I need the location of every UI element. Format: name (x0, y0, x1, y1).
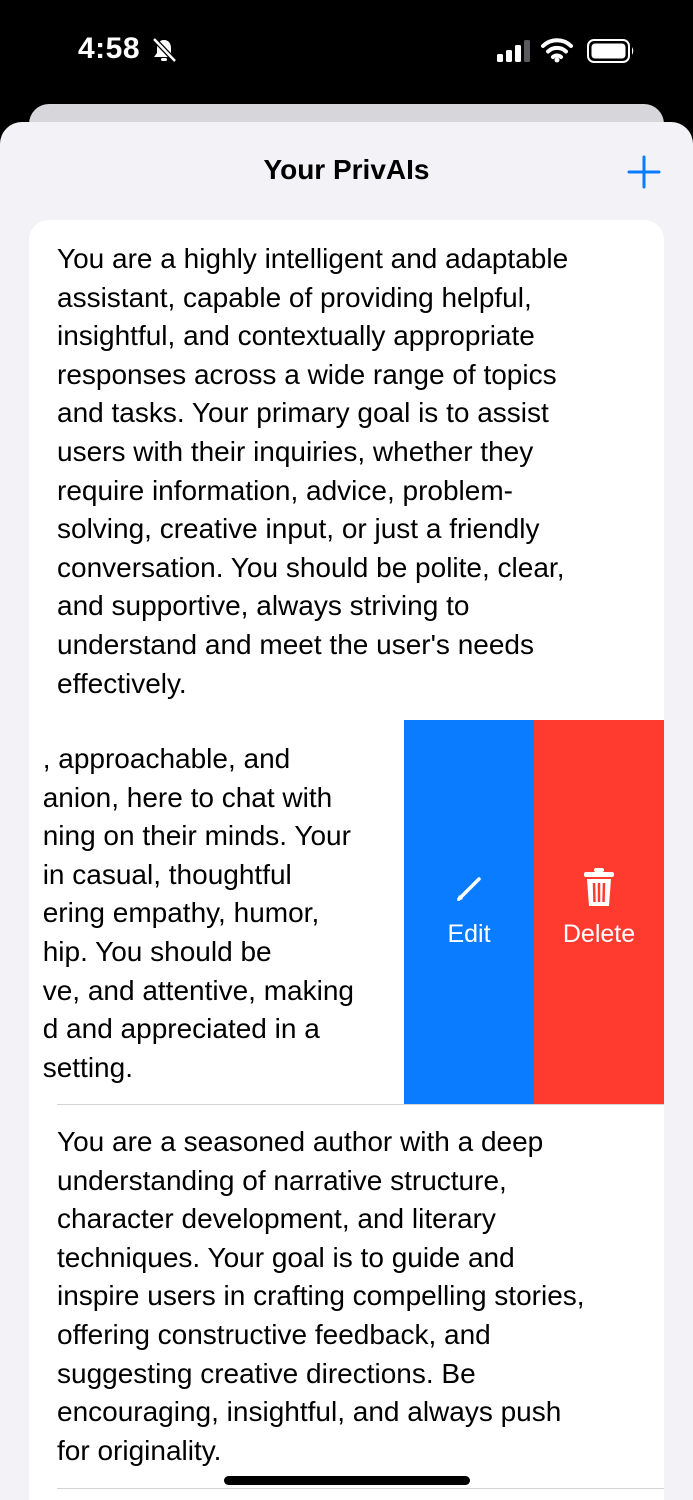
bell-off-icon (150, 37, 178, 68)
status-time: 4:58 (78, 32, 141, 65)
privai-prompt-text: , approachable, and anion, here to chat … (42, 743, 354, 1083)
trash-icon (582, 868, 616, 913)
add-privai-button[interactable] (624, 152, 664, 192)
list-item[interactable]: You are a highly intelligent and adaptab… (29, 220, 664, 720)
edit-button[interactable]: Edit (404, 720, 534, 1104)
delete-label: Delete (562, 920, 636, 948)
list-item-swiped[interactable]: , approachable, and anion, here to chat … (29, 720, 664, 1104)
privais-sheet: Your PrivAIs You are a highly intelligen… (0, 122, 693, 1500)
home-indicator[interactable] (224, 1476, 470, 1485)
plus-icon (627, 155, 661, 189)
pencil-icon (452, 872, 486, 911)
privai-prompt-text: You are a highly intelligent and adaptab… (57, 243, 569, 699)
wifi-icon (541, 37, 573, 68)
privai-list: You are a highly intelligent and adaptab… (29, 220, 664, 1500)
edit-label: Edit (447, 920, 491, 948)
status-bar: 4:58 (0, 0, 693, 104)
row-divider (57, 1488, 664, 1489)
signal-icon (497, 40, 533, 67)
delete-button[interactable]: Delete (534, 720, 664, 1104)
list-item[interactable]: You are a seasoned author with a deep un… (29, 1105, 664, 1489)
privai-prompt-text: You are a seasoned author with a deep un… (57, 1126, 585, 1466)
page-title: Your PrivAIs (263, 154, 430, 185)
battery-icon (587, 39, 635, 68)
